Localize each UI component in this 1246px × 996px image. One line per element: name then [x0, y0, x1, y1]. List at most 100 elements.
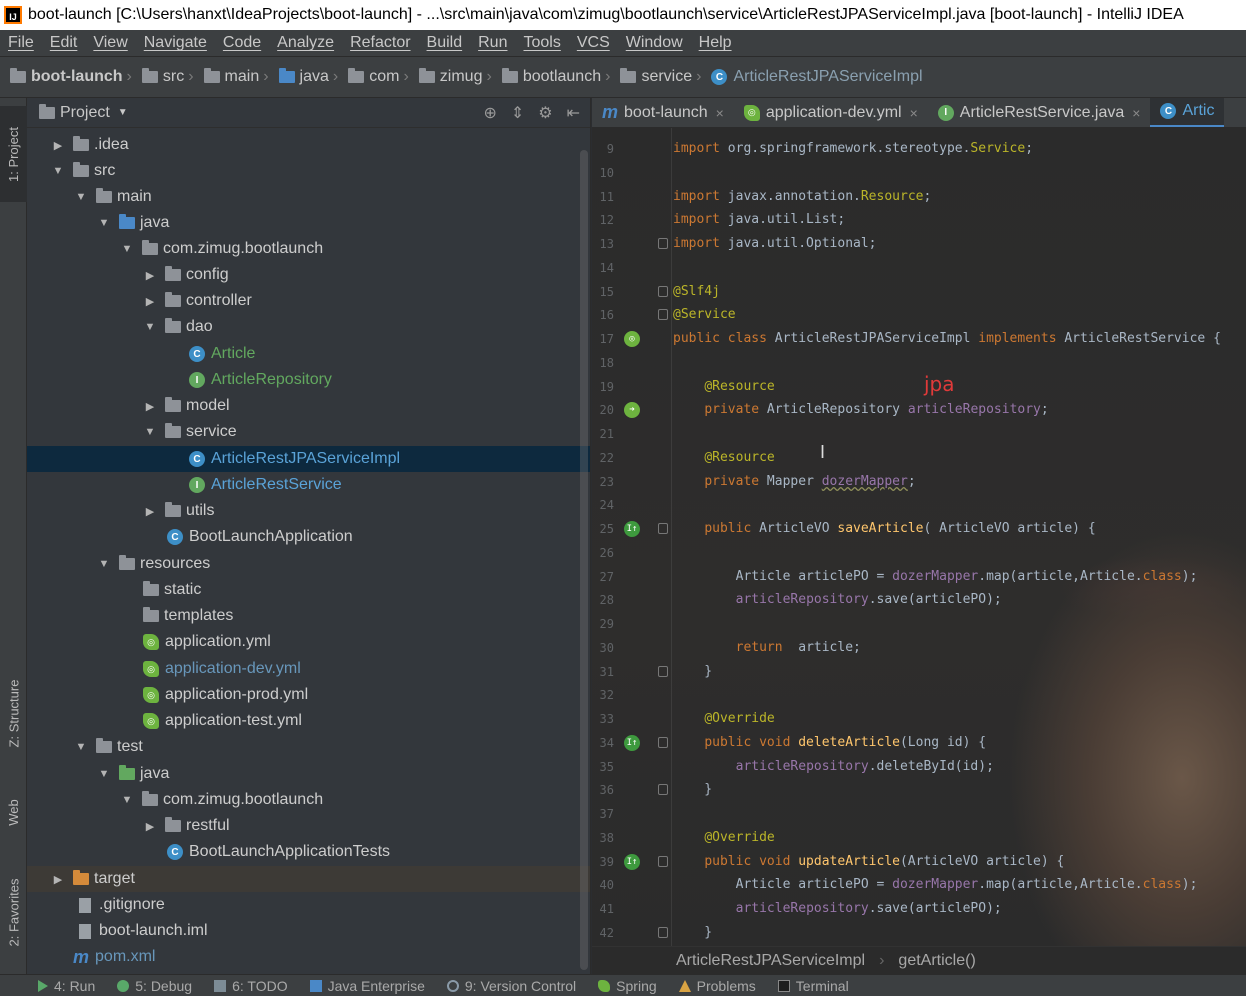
tab-article-rest-service[interactable]: I ArticleRestService.java × — [928, 98, 1151, 127]
version-control-tool-button[interactable]: 9: Version Control — [446, 978, 576, 994]
menu-vcs[interactable]: VCS — [569, 34, 618, 52]
tree-item-utils[interactable]: ▶ utils — [27, 498, 590, 524]
problems-tool-button[interactable]: Problems — [678, 978, 756, 994]
tree-item-pom-xml[interactable]: m pom.xml — [27, 944, 590, 970]
tree-item-article-rest-service[interactable]: I ArticleRestService — [27, 472, 590, 498]
implements-method-gutter-icon[interactable]: I↑ — [624, 854, 640, 870]
web-tool-tab[interactable]: Web — [0, 782, 27, 842]
tree-item-application-test-yml[interactable]: ◎ application-test.yml — [27, 708, 590, 734]
tree-item-boot-launch-iml[interactable]: boot-launch.iml — [27, 918, 590, 944]
tree-item-service[interactable]: ▼ service — [27, 419, 590, 445]
terminal-tool-button[interactable]: Terminal — [777, 978, 849, 994]
menu-build[interactable]: Build — [419, 34, 471, 52]
expand-arrow-icon[interactable]: ▶ — [143, 400, 157, 413]
navigate-bean-gutter-icon[interactable]: ➜ — [624, 402, 640, 418]
tree-item-article[interactable]: C Article — [27, 341, 590, 367]
tree-item-package-bootlaunch[interactable]: ▼ com.zimug.bootlaunch — [27, 236, 590, 262]
tree-item-main[interactable]: ▼ main — [27, 184, 590, 210]
fold-marker-icon[interactable] — [658, 927, 668, 938]
tree-item-java[interactable]: ▼ java — [27, 210, 590, 236]
structure-tool-tab[interactable]: Z: Structure — [0, 658, 27, 768]
expand-arrow-icon[interactable]: ▼ — [51, 165, 65, 177]
collapse-all-icon[interactable]: ⇕ — [511, 103, 524, 123]
run-tool-button[interactable]: 4: Run — [38, 978, 95, 994]
crumb-java[interactable]: java › — [278, 68, 345, 86]
fold-marker-icon[interactable] — [658, 784, 668, 795]
tree-item-controller[interactable]: ▶ controller — [27, 288, 590, 314]
tree-item-test-package[interactable]: ▼ com.zimug.bootlaunch — [27, 787, 590, 813]
crumb-main[interactable]: main › — [203, 68, 275, 86]
tree-item-application-prod-yml[interactable]: ◎ application-prod.yml — [27, 682, 590, 708]
todo-tool-button[interactable]: 6: TODO — [214, 978, 288, 994]
crumb-zimug[interactable]: zimug › — [418, 68, 498, 86]
close-icon[interactable]: × — [910, 105, 918, 121]
tree-item-article-rest-jpa-service-impl[interactable]: C ArticleRestJPAServiceImpl — [27, 446, 590, 472]
menu-view[interactable]: View — [85, 34, 135, 52]
fold-marker-icon[interactable] — [658, 286, 668, 297]
hide-panel-icon[interactable]: ⇤ — [567, 103, 580, 123]
menu-tools[interactable]: Tools — [515, 34, 568, 52]
crumb-method-name[interactable]: getArticle() — [898, 952, 975, 970]
tree-item-src[interactable]: ▼ src — [27, 158, 590, 184]
fold-marker-icon[interactable] — [658, 737, 668, 748]
chevron-down-icon[interactable]: ▼ — [118, 107, 128, 118]
expand-arrow-icon[interactable]: ▼ — [74, 741, 88, 753]
project-panel-title[interactable]: Project — [60, 104, 110, 122]
menu-analyze[interactable]: Analyze — [269, 34, 342, 52]
fold-marker-icon[interactable] — [658, 523, 668, 534]
expand-arrow-icon[interactable]: ▼ — [97, 217, 111, 229]
expand-arrow-icon[interactable]: ▶ — [143, 820, 157, 833]
locate-icon[interactable]: ⊕ — [483, 103, 496, 123]
expand-arrow-icon[interactable]: ▶ — [143, 295, 157, 308]
fold-marker-icon[interactable] — [658, 309, 668, 320]
expand-arrow-icon[interactable]: ▼ — [143, 426, 157, 438]
menu-code[interactable]: Code — [215, 34, 269, 52]
menu-run[interactable]: Run — [470, 34, 515, 52]
tree-item-gitignore[interactable]: .gitignore — [27, 892, 590, 918]
tree-item-config[interactable]: ▶ config — [27, 262, 590, 288]
tree-item-test[interactable]: ▼ test — [27, 734, 590, 760]
fold-marker-icon[interactable] — [658, 666, 668, 677]
implements-method-gutter-icon[interactable]: I↑ — [624, 735, 640, 751]
java-enterprise-tool-button[interactable]: Java Enterprise — [309, 978, 425, 994]
tree-item-idea[interactable]: ▶ .idea — [27, 132, 590, 158]
expand-arrow-icon[interactable]: ▶ — [143, 269, 157, 282]
tab-article-rest-jpa-service-impl[interactable]: C Artic — [1150, 98, 1225, 127]
tree-item-static[interactable]: static — [27, 577, 590, 603]
tree-item-article-repository[interactable]: I ArticleRepository — [27, 367, 590, 393]
expand-arrow-icon[interactable]: ▼ — [97, 768, 111, 780]
debug-tool-button[interactable]: 5: Debug — [117, 978, 192, 994]
menu-edit[interactable]: Edit — [42, 34, 86, 52]
spring-tool-button[interactable]: Spring — [598, 978, 657, 994]
close-icon[interactable]: × — [716, 105, 724, 121]
settings-gear-icon[interactable]: ⚙ — [538, 103, 552, 123]
tree-item-application-yml[interactable]: ◎ application.yml — [27, 629, 590, 655]
implements-method-gutter-icon[interactable]: I↑ — [624, 521, 640, 537]
expand-arrow-icon[interactable]: ▼ — [143, 321, 157, 333]
tree-item-application-dev-yml[interactable]: ◎ application-dev.yml — [27, 656, 590, 682]
tree-item-boot-launch-application-tests[interactable]: C BootLaunchApplicationTests — [27, 839, 590, 865]
expand-arrow-icon[interactable]: ▶ — [143, 505, 157, 518]
crumb-project[interactable]: boot-launch › — [10, 68, 138, 86]
menu-file[interactable]: File — [0, 34, 42, 52]
menu-navigate[interactable]: Navigate — [136, 34, 215, 52]
crumb-bootlaunch[interactable]: bootlaunch › — [501, 68, 617, 86]
fold-marker-icon[interactable] — [658, 856, 668, 867]
expand-arrow-icon[interactable]: ▶ — [51, 139, 65, 152]
crumb-class-name[interactable]: ArticleRestJPAServiceImpl — [676, 952, 865, 970]
expand-arrow-icon[interactable]: ▼ — [120, 243, 134, 255]
project-scrollbar[interactable] — [580, 150, 588, 970]
tree-item-resources[interactable]: ▼ resources — [27, 551, 590, 577]
tab-boot-launch[interactable]: m boot-launch × — [592, 98, 734, 127]
menu-refactor[interactable]: Refactor — [342, 34, 418, 52]
tree-item-restful[interactable]: ▶ restful — [27, 813, 590, 839]
expand-arrow-icon[interactable]: ▶ — [51, 873, 65, 886]
crumb-service[interactable]: service › — [620, 68, 707, 86]
tree-item-templates[interactable]: templates — [27, 603, 590, 629]
tree-item-test-java[interactable]: ▼ java — [27, 761, 590, 787]
expand-arrow-icon[interactable]: ▼ — [120, 794, 134, 806]
code-editor[interactable]: 9 import org.springframework.stereotype.S… — [592, 128, 1246, 946]
expand-arrow-icon[interactable]: ▼ — [74, 191, 88, 203]
menu-window[interactable]: Window — [618, 34, 691, 52]
favorites-tool-tab[interactable]: 2: Favorites — [0, 862, 27, 962]
